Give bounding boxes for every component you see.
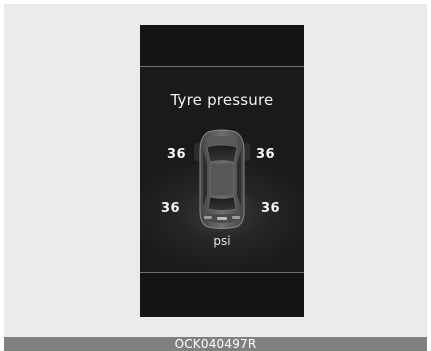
rear-right-pressure: 36 — [261, 201, 281, 216]
figure-code: OCK040497R — [174, 337, 257, 351]
rear-left-pressure: 36 — [161, 201, 181, 216]
front-left-pressure: 36 — [167, 147, 187, 162]
front-right-pressure: 36 — [256, 147, 276, 162]
top-band — [140, 25, 304, 66]
car-top-view-icon — [194, 129, 250, 229]
figure-code-bar: OCK040497R — [4, 337, 427, 351]
pressure-unit: psi — [213, 234, 231, 248]
screen-title: Tyre pressure — [170, 91, 274, 109]
bottom-band — [140, 273, 304, 317]
instrument-cluster-display: Tyre pressure 36 36 36 36 psi — [140, 25, 304, 317]
